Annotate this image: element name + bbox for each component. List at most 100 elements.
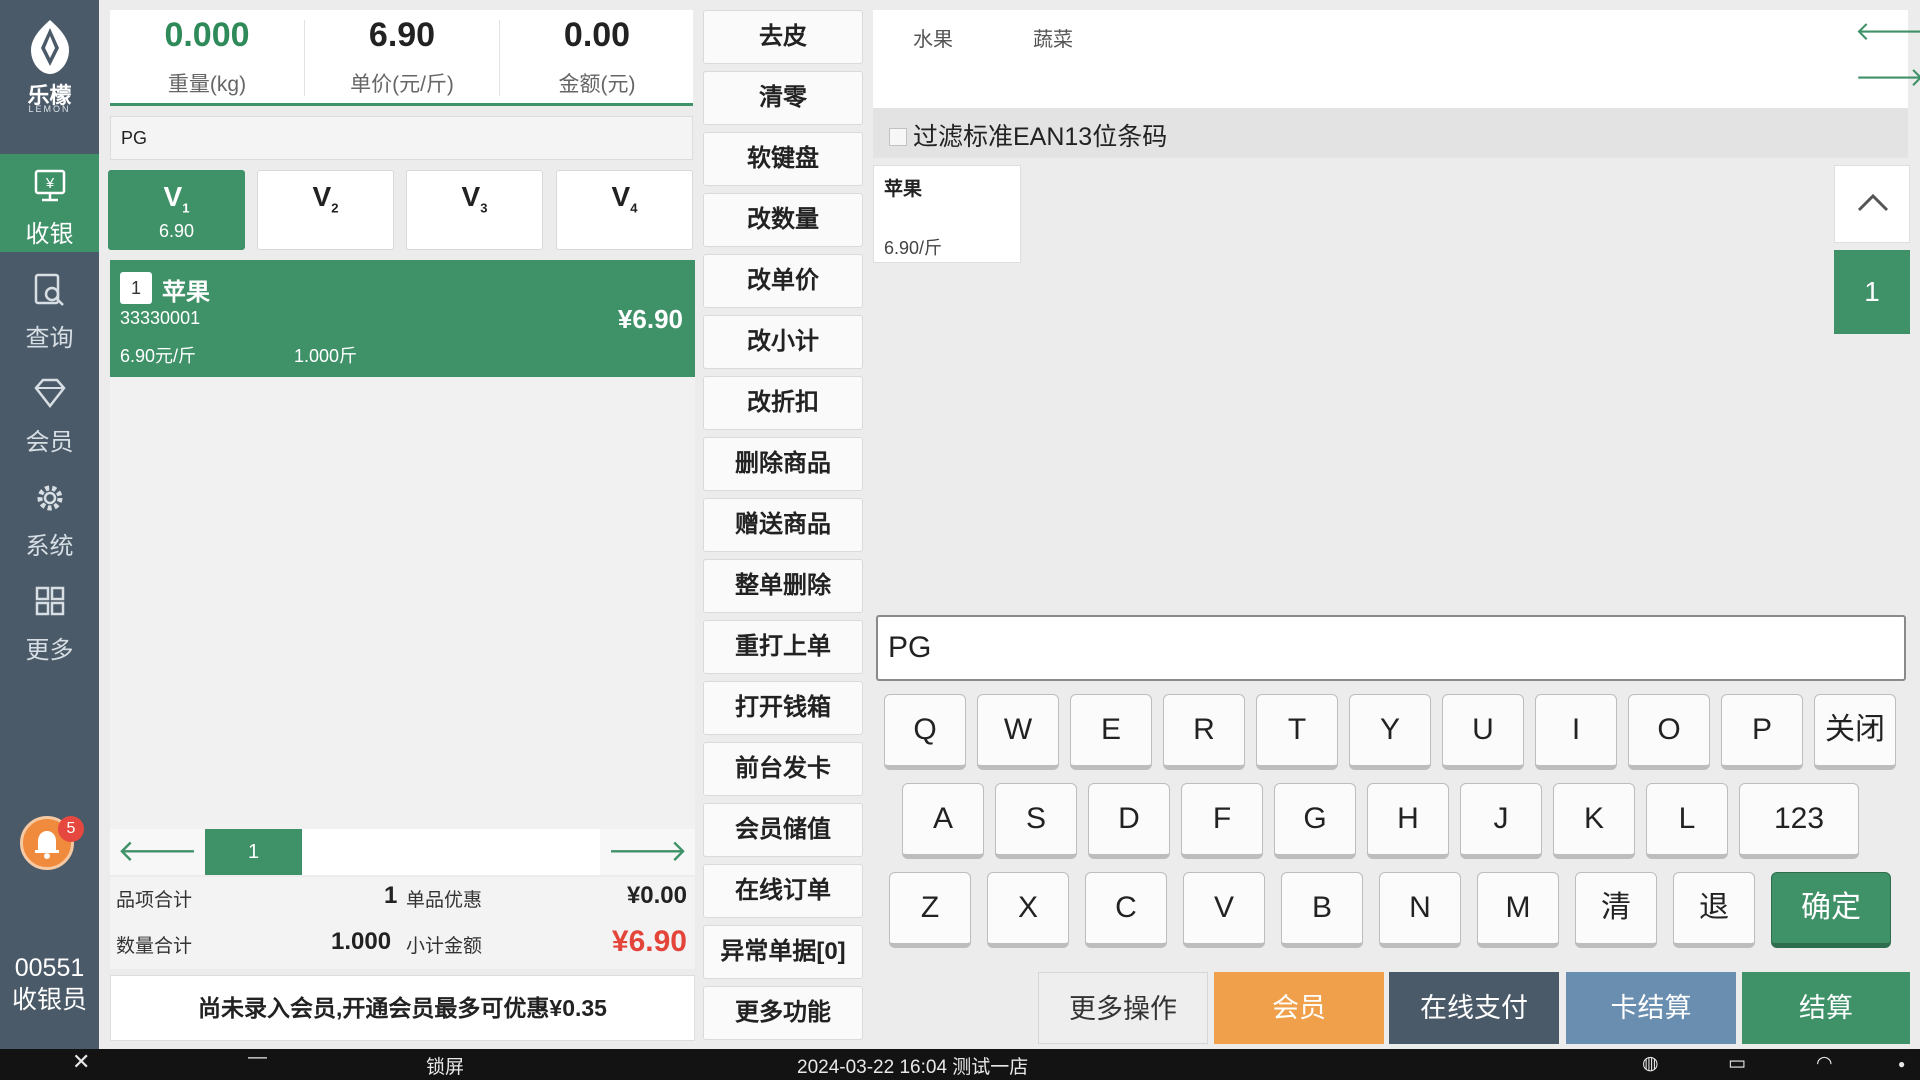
key-row1-5[interactable]: Y	[1349, 694, 1431, 770]
product-card[interactable]: 苹果 6.90/斤	[873, 165, 1021, 263]
action-button-2[interactable]: 在线支付	[1389, 972, 1559, 1044]
function-button-4[interactable]: 改单价	[703, 254, 863, 308]
key-row2-1[interactable]: S	[995, 783, 1077, 859]
key-row1-8[interactable]: O	[1628, 694, 1710, 770]
lock-screen-button[interactable]: 锁屏	[426, 1052, 464, 1079]
key-row2-9[interactable]: 123	[1739, 783, 1859, 859]
function-button-11[interactable]: 打开钱箱	[703, 681, 863, 735]
key-row2-6[interactable]: J	[1460, 783, 1542, 859]
key-row3-5[interactable]: N	[1379, 872, 1461, 948]
gear-icon	[37, 485, 63, 511]
function-button-5[interactable]: 改小计	[703, 315, 863, 369]
amount-stat: 0.00 金额(元)	[500, 10, 694, 103]
function-button-7[interactable]: 删除商品	[703, 437, 863, 491]
nav-system[interactable]: 系统	[0, 466, 99, 564]
key-row2-2[interactable]: D	[1088, 783, 1170, 859]
vip-price-v1[interactable]: V1 6.90	[108, 170, 245, 250]
action-button-1[interactable]: 会员	[1214, 972, 1384, 1044]
key-row3-6[interactable]: M	[1477, 872, 1559, 948]
category-fruit[interactable]: 水果	[913, 23, 953, 52]
minimize-icon[interactable]: —	[248, 1047, 267, 1069]
key-row1-7[interactable]: I	[1535, 694, 1617, 770]
key-row3-3[interactable]: V	[1183, 872, 1265, 948]
function-button-14[interactable]: 在线订单	[703, 864, 863, 918]
scroll-up-button[interactable]	[1834, 165, 1910, 243]
category-next-icon[interactable]: 🡒	[1855, 62, 1920, 92]
grid-icon	[35, 586, 65, 616]
key-row3-9[interactable]: 确定	[1771, 872, 1891, 948]
function-button-13[interactable]: 会员储值	[703, 803, 863, 857]
key-row1-6[interactable]: U	[1442, 694, 1524, 770]
function-button-1[interactable]: 清零	[703, 71, 863, 125]
function-button-2[interactable]: 软键盘	[703, 132, 863, 186]
cart-item[interactable]: 1 苹果 33330001 6.90元/斤 1.000斤 ¥6.90	[110, 260, 695, 377]
key-row3-8[interactable]: 退	[1673, 872, 1755, 948]
key-row1-4[interactable]: T	[1256, 694, 1338, 770]
next-page-button[interactable]: 🡒	[600, 829, 695, 875]
member-notice[interactable]: 尚未录入会员,开通会员最多可优惠¥0.35	[110, 975, 695, 1041]
function-button-8[interactable]: 赠送商品	[703, 498, 863, 552]
vip-price-v2[interactable]: V2	[257, 170, 394, 250]
monitor-icon[interactable]: ▭	[1728, 1052, 1746, 1075]
key-row2-3[interactable]: F	[1181, 783, 1263, 859]
keyboard-input[interactable]: PG	[876, 615, 1906, 681]
key-row1-9[interactable]: P	[1721, 694, 1803, 770]
close-icon[interactable]: ✕	[72, 1049, 90, 1075]
key-row2-8[interactable]: L	[1646, 783, 1728, 859]
key-row2-0[interactable]: A	[902, 783, 984, 859]
key-row2-4[interactable]: G	[1274, 783, 1356, 859]
key-row1-1[interactable]: W	[977, 694, 1059, 770]
category-vegetable[interactable]: 蔬菜	[1033, 23, 1073, 52]
lemon-logo-icon	[31, 20, 69, 74]
prev-page-button[interactable]: 🡐	[110, 829, 205, 875]
vip-price-value: 6.90	[158, 221, 195, 241]
product-page-number[interactable]: 1	[1834, 250, 1910, 334]
status-text: 2024-03-22 16:04 测试一店	[797, 1057, 1029, 1078]
qty-total-label: 数量合计	[116, 936, 193, 957]
action-button-0[interactable]: 更多操作	[1038, 972, 1208, 1044]
nav-query[interactable]: 查询	[0, 258, 99, 356]
action-button-4[interactable]: 结算	[1742, 972, 1910, 1044]
function-button-3[interactable]: 改数量	[703, 193, 863, 247]
subtotal-label: 小计金额	[406, 936, 483, 957]
nav-query-label: 查询	[25, 325, 74, 352]
vip-price-v4[interactable]: V4	[556, 170, 693, 250]
vip-price-v3[interactable]: V3	[406, 170, 543, 250]
function-button-6[interactable]: 改折扣	[703, 376, 863, 430]
ean13-filter[interactable]: 过滤标准EAN13位条码	[873, 108, 1908, 158]
key-row1-3[interactable]: R	[1163, 694, 1245, 770]
vip-tier-label: V2	[312, 181, 339, 216]
filter-label: 过滤标准EAN13位条码	[913, 123, 1168, 151]
function-button-16[interactable]: 更多功能	[703, 986, 863, 1040]
key-row3-0[interactable]: Z	[889, 872, 971, 948]
function-button-15[interactable]: 异常单据[0]	[703, 925, 863, 979]
function-button-0[interactable]: 去皮	[703, 10, 863, 64]
key-row1-0[interactable]: Q	[884, 694, 966, 770]
key-row1-2[interactable]: E	[1070, 694, 1152, 770]
key-row3-2[interactable]: C	[1085, 872, 1167, 948]
key-row3-7[interactable]: 清	[1575, 872, 1657, 948]
globe-icon[interactable]: ◍	[1642, 1052, 1659, 1075]
chevron-up-icon	[1857, 193, 1889, 212]
user-info: 00551 收银员	[0, 952, 99, 1016]
cart-item-qty: 1	[120, 272, 152, 304]
nav-member[interactable]: 会员	[0, 362, 99, 460]
key-row2-5[interactable]: H	[1367, 783, 1449, 859]
key-row2-7[interactable]: K	[1553, 783, 1635, 859]
vip-tier-label: V4	[611, 181, 638, 216]
amount-label: 金额(元)	[558, 73, 636, 96]
nav-cashier[interactable]: ¥ 收银	[0, 154, 99, 252]
wifi-icon[interactable]: ◠	[1816, 1052, 1833, 1075]
search-input[interactable]: PG	[110, 116, 693, 160]
key-row3-1[interactable]: X	[987, 872, 1069, 948]
cart-item-weight: 1.000斤	[294, 346, 358, 366]
key-row1-10[interactable]: 关闭	[1814, 694, 1896, 770]
key-row3-4[interactable]: B	[1281, 872, 1363, 948]
action-button-3[interactable]: 卡结算	[1566, 972, 1736, 1044]
filter-checkbox[interactable]	[889, 128, 907, 146]
nav-more[interactable]: 更多	[0, 570, 99, 668]
function-button-12[interactable]: 前台发卡	[703, 742, 863, 796]
category-prev-icon[interactable]: 🡐	[1855, 16, 1920, 46]
function-button-10[interactable]: 重打上单	[703, 620, 863, 674]
function-button-9[interactable]: 整单删除	[703, 559, 863, 613]
